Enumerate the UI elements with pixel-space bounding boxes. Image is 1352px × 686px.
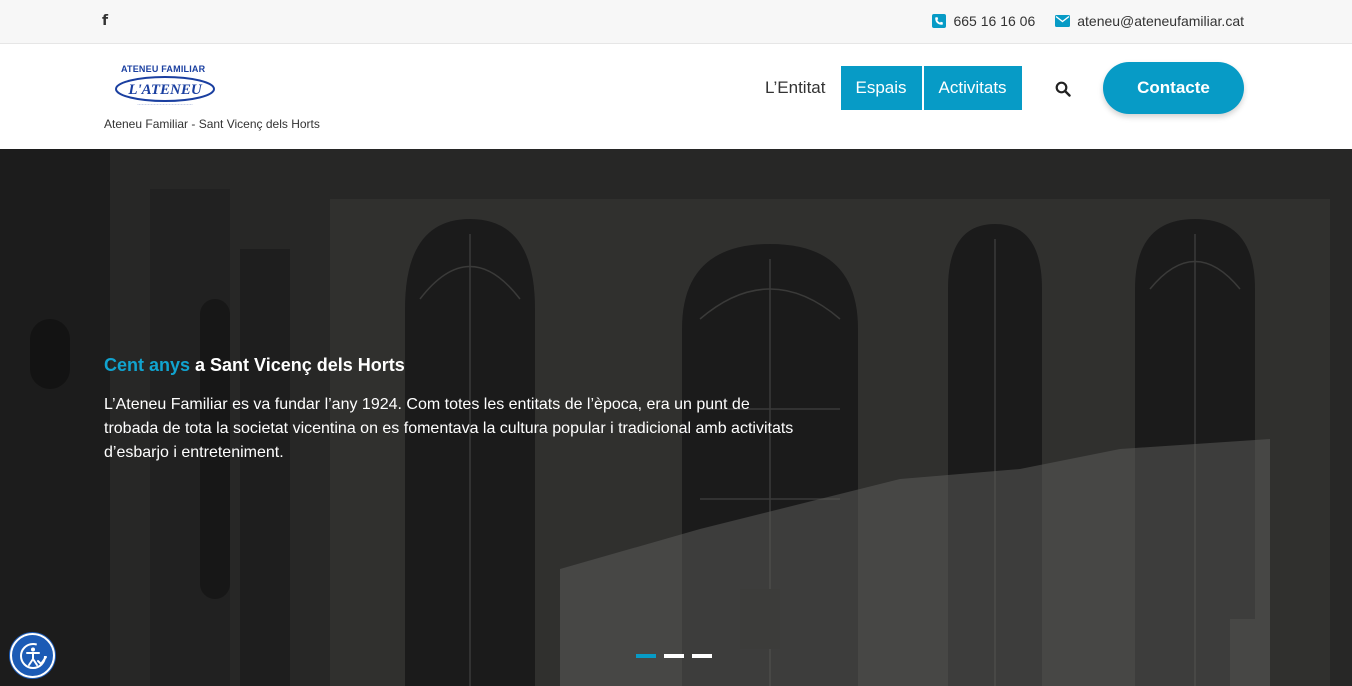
email-link[interactable]: ateneu@ateneufamiliar.cat [1055,13,1244,29]
slider-dot-3[interactable] [692,654,712,658]
accessibility-icon [19,642,47,669]
logo-emblem: L'ATENEU ·······························… [115,76,215,107]
email-address: ateneu@ateneufamiliar.cat [1077,13,1244,29]
hero-slider: Cent anys a Sant Vicenç dels Horts L’Ate… [0,149,1352,686]
logo[interactable]: ATENEU FAMILIAR L'ATENEU ···············… [113,62,217,112]
hero-title-accent: Cent anys [104,355,191,375]
top-bar: f 665 16 16 06 ateneu@ateneufamiliar.cat [0,0,1352,44]
search-icon[interactable] [1055,81,1071,97]
nav-item-activitats[interactable]: Activitats [923,66,1022,110]
svg-text:L'ATENEU: L'ATENEU [127,82,203,98]
slider-dot-1[interactable] [636,654,656,658]
accessibility-button[interactable] [10,633,55,678]
contact-button[interactable]: Contacte [1103,62,1244,114]
phone-icon [932,14,947,28]
facebook-icon[interactable]: f [102,12,114,30]
phone-number: 665 16 16 06 [953,13,1036,29]
main-nav: L’Entitat Espais Activitats [750,66,1024,110]
site-header: ATENEU FAMILIAR L'ATENEU ···············… [0,44,1352,149]
slider-pagination [636,654,712,658]
nav-item-entitat[interactable]: L’Entitat [750,66,841,110]
slider-dot-2[interactable] [664,654,684,658]
site-tagline: Ateneu Familiar - Sant Vicenç dels Horts [104,117,320,131]
hero-title: Cent anys a Sant Vicenç dels Horts [104,355,405,376]
hero-title-rest: a Sant Vicenç dels Horts [190,355,405,375]
nav-item-espais[interactable]: Espais [840,66,922,110]
envelope-icon [1055,15,1071,27]
svg-text:······························: ····································· [137,102,192,107]
phone-link[interactable]: 665 16 16 06 [932,13,1035,29]
logo-top-text: ATENEU FAMILIAR [121,64,206,74]
contact-info: 665 16 16 06 ateneu@ateneufamiliar.cat [932,12,1244,30]
hero-description: L’Ateneu Familiar es va fundar l’any 192… [104,396,794,461]
